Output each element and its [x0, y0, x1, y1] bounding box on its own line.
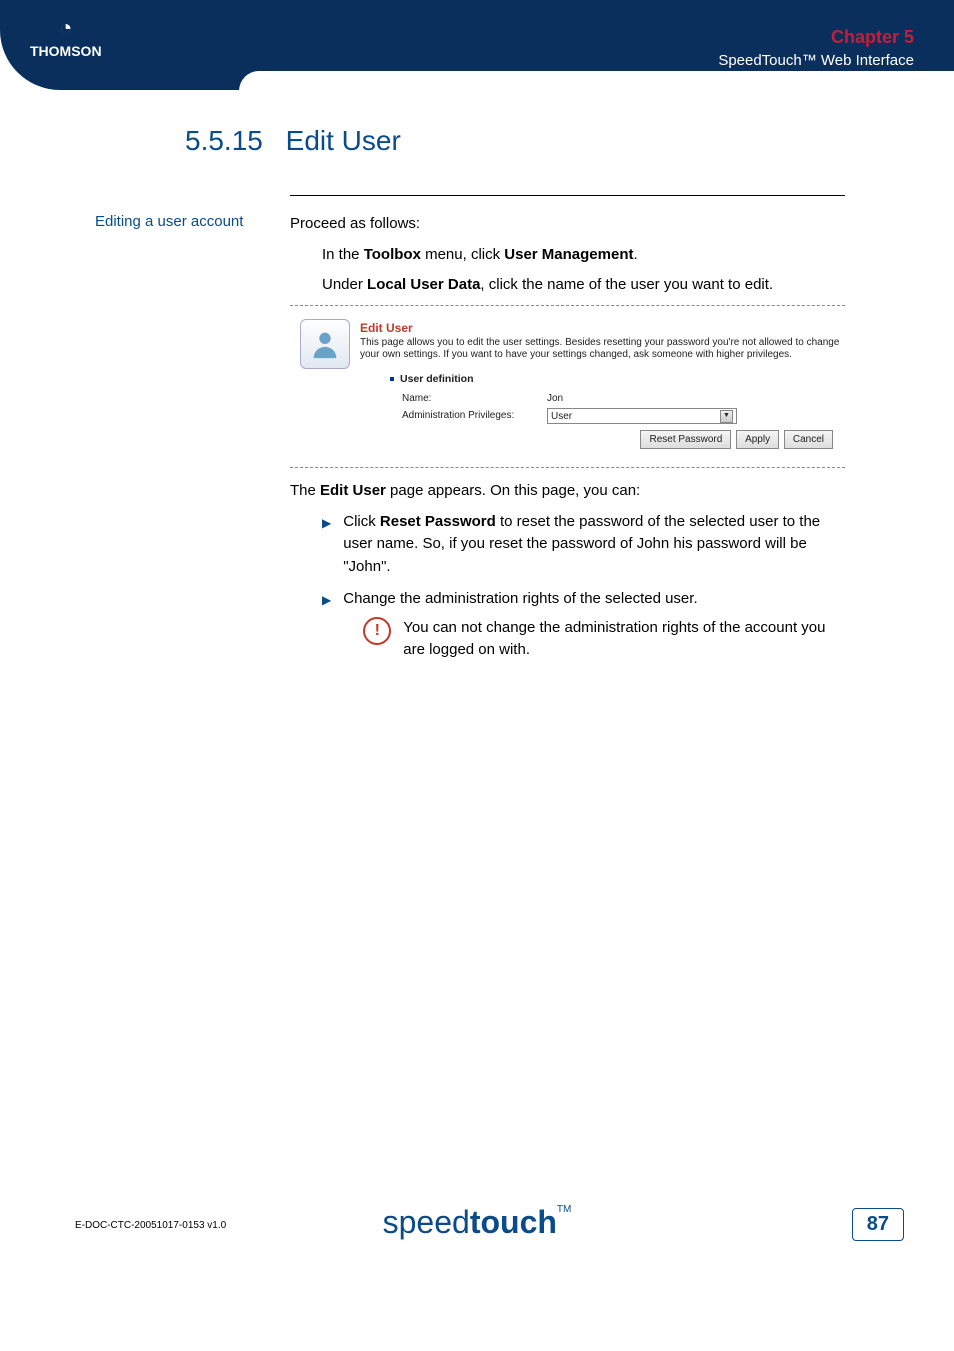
warning-text: You can not change the administration ri… [403, 617, 845, 662]
apply-button[interactable]: Apply [736, 430, 779, 449]
reset-password-button[interactable]: Reset Password [640, 430, 731, 449]
privileges-row: Administration Privileges: User ▼ [402, 408, 845, 424]
priv-select[interactable]: User ▼ [547, 408, 737, 424]
square-bullet-icon [390, 377, 394, 381]
user-icon [300, 319, 350, 369]
priv-label: Administration Privileges: [402, 408, 547, 424]
dashed-separator [290, 467, 845, 468]
thomson-logo-text: THOMSON [30, 43, 102, 59]
bullet-item-1: ▶ Click Reset Password to reset the pass… [322, 511, 845, 579]
name-value: Jon [547, 391, 563, 406]
chapter-title: Chapter 5 [718, 25, 914, 50]
header-right: Chapter 5 SpeedTouch™ Web Interface [718, 25, 914, 71]
bullet-item-2: ▶ Change the administration rights of th… [322, 588, 845, 662]
intro-text: Proceed as follows: [290, 213, 845, 236]
speedtouch-logo: speedtouchTM [383, 1204, 572, 1241]
warning-icon: ! [363, 617, 391, 645]
thomson-logo: ◔ THOMSON [30, 15, 102, 59]
thomson-logo-icon: ◔ [30, 15, 102, 41]
sidebar-label: Editing a user account [95, 213, 243, 230]
section-name: Edit User [286, 125, 401, 156]
screenshot-embed: Edit User This page allows you to edit t… [290, 314, 845, 460]
step-1: In the Toolbox menu, click User Manageme… [322, 244, 845, 267]
after-text: The Edit User page appears. On this page… [290, 480, 845, 503]
step-2: Under Local User Data, click the name of… [322, 274, 845, 297]
section-number: 5.5.15 [185, 125, 263, 156]
embed-title: Edit User [360, 319, 845, 337]
name-row: Name: Jon [402, 391, 845, 406]
section-title: 5.5.15 Edit User [185, 125, 401, 157]
arrow-icon: ▶ [322, 514, 331, 579]
dashed-separator [290, 305, 845, 306]
embed-desc: This page allows you to edit the user se… [360, 337, 845, 362]
body-content: Proceed as follows: In the Toolbox menu,… [290, 213, 845, 672]
priv-selected-value: User [551, 409, 572, 424]
header-bar: ◔ THOMSON Chapter 5 SpeedTouch™ Web Inte… [0, 0, 954, 90]
name-label: Name: [402, 391, 547, 406]
page-number: 87 [852, 1208, 904, 1241]
horizontal-rule [290, 195, 845, 196]
arrow-icon: ▶ [322, 591, 331, 662]
cancel-button[interactable]: Cancel [784, 430, 833, 449]
user-definition-heading: User definition [400, 372, 474, 388]
chevron-down-icon: ▼ [720, 410, 733, 423]
warning-note: ! You can not change the administration … [363, 617, 845, 662]
doc-id: E-DOC-CTC-20051017-0153 v1.0 [75, 1220, 226, 1231]
chapter-subtitle: SpeedTouch™ Web Interface [718, 50, 914, 71]
